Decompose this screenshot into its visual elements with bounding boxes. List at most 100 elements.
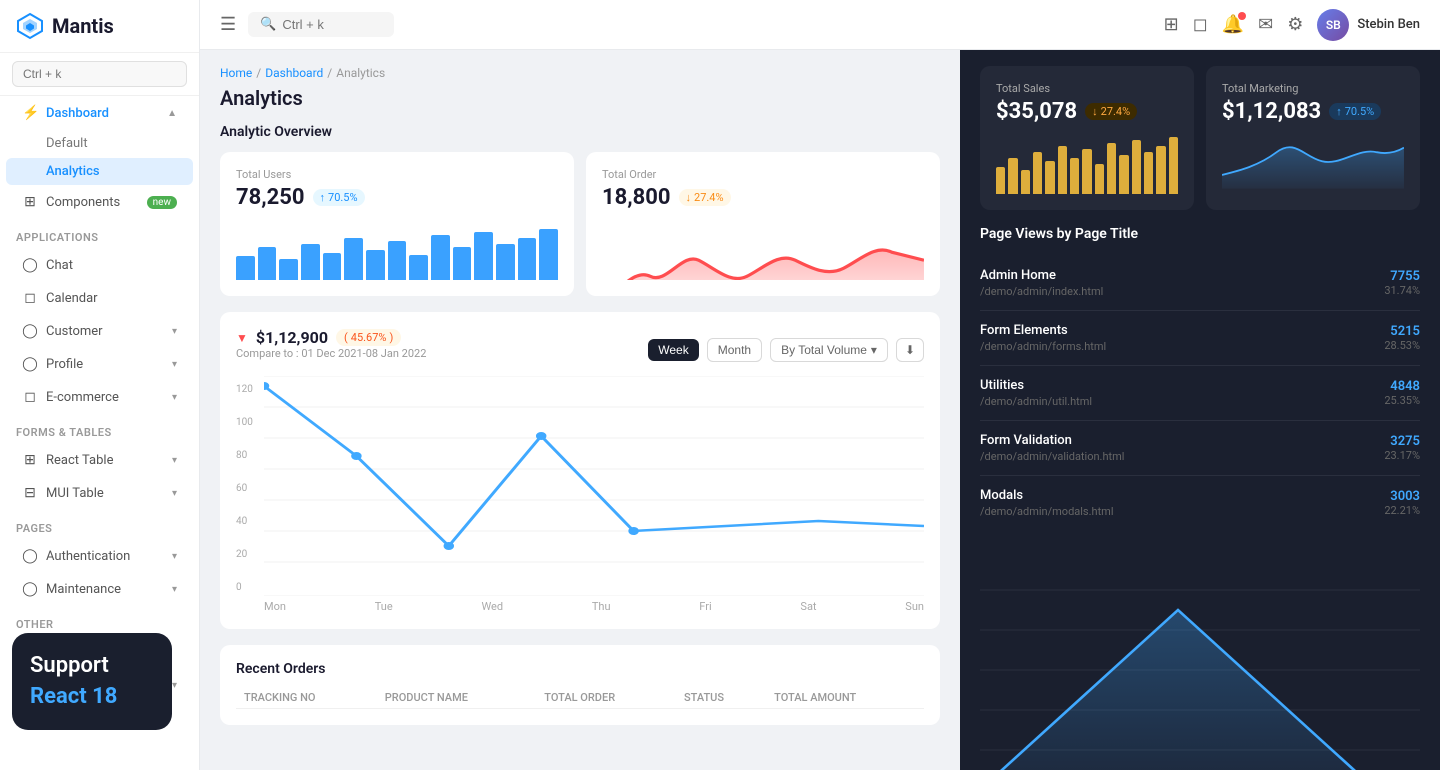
- pages-label: Pages: [0, 510, 199, 539]
- stat-card-total-users: Total Users 78,250 ↑ 70.5%: [220, 152, 574, 296]
- pv-title-3: Form Validation: [980, 433, 1124, 448]
- download-button[interactable]: ⬇: [896, 338, 924, 362]
- page-view-item-0: Admin Home /demo/admin/index.html 7755 3…: [980, 256, 1420, 311]
- week-button[interactable]: Week: [648, 339, 698, 361]
- total-sales-label: Total Sales: [996, 82, 1178, 95]
- income-badge: (45.67%): [336, 329, 401, 346]
- breadcrumb-dashboard[interactable]: Dashboard: [265, 66, 323, 80]
- sidebar-item-calendar[interactable]: ◻ Calendar: [6, 282, 193, 314]
- sidebar-item-customer[interactable]: ◯ Customer ▾: [6, 315, 193, 347]
- month-button[interactable]: Month: [707, 338, 762, 362]
- pv-percent-4: 22.21%: [1384, 504, 1420, 517]
- chevron-ml-icon: ▾: [172, 680, 177, 691]
- settings-icon[interactable]: ⚙: [1287, 14, 1303, 35]
- maintenance-icon: ◯: [22, 581, 38, 597]
- header-search-box[interactable]: 🔍: [248, 12, 394, 37]
- pv-url-4: /demo/admin/modals.html: [980, 505, 1114, 518]
- page-view-item-4: Modals /demo/admin/modals.html 3003 22.2…: [980, 476, 1420, 530]
- total-marketing-value: $1,12,083: [1222, 99, 1321, 124]
- chat-icon: ◯: [22, 257, 38, 273]
- content-area: Home / Dashboard / Analytics Analytics A…: [200, 50, 1440, 770]
- total-sales-value: $35,078: [996, 99, 1077, 124]
- col-tracking: Tracking No: [236, 687, 377, 709]
- chevron-auth-icon: ▾: [172, 551, 177, 562]
- stat-card-total-sales: Total Sales $35,078 ↓ 27.4%: [980, 66, 1194, 210]
- income-chart: [264, 376, 924, 596]
- pv-percent-3: 23.17%: [1384, 449, 1420, 462]
- total-order-badge: ↓ 27.4%: [679, 189, 731, 206]
- sidebar-item-authentication[interactable]: ◯ Authentication ▾: [6, 540, 193, 572]
- total-marketing-label: Total Marketing: [1222, 82, 1404, 95]
- sidebar-auth-label: Authentication: [46, 549, 130, 564]
- sidebar-item-maintenance[interactable]: ◯ Maintenance ▾: [6, 573, 193, 605]
- down-arrow-icon: ↓: [686, 191, 692, 204]
- sidebar-item-react-table[interactable]: ⊞ React Table ▾: [6, 444, 193, 476]
- sidebar-item-mui-table[interactable]: ⊟ MUI Table ▾: [6, 477, 193, 509]
- content-left: Home / Dashboard / Analytics Analytics A…: [200, 50, 960, 770]
- pv-count-2: 4848: [1384, 379, 1420, 394]
- sidebar-item-default[interactable]: Default: [6, 130, 193, 157]
- header-search-input[interactable]: [282, 17, 382, 32]
- sidebar-dashboard-label: Dashboard: [46, 106, 109, 121]
- auth-icon: ◯: [22, 548, 38, 564]
- total-marketing-chart: [1222, 134, 1404, 194]
- sidebar-customer-label: Customer: [46, 324, 103, 339]
- support-popup[interactable]: Support React 18: [12, 633, 172, 730]
- dark-income-chart: Fri Sat Sun: [980, 550, 1420, 770]
- pv-title-1: Form Elements: [980, 323, 1106, 338]
- sidebar-logo: Mantis: [0, 0, 199, 53]
- chevron-ecommerce-icon: ▾: [172, 392, 177, 403]
- sidebar-item-dashboard[interactable]: ⚡ Dashboard ▲: [6, 97, 193, 129]
- x-axis-labels: Mon Tue Wed Thu Fri Sat Sun: [264, 596, 924, 613]
- sidebar-item-components[interactable]: ⊞ Components new: [6, 186, 193, 218]
- forms-tables-label: Forms & Tables: [0, 414, 199, 443]
- app-name: Mantis: [52, 14, 114, 38]
- sidebar-item-profile[interactable]: ◯ Profile ▾: [6, 348, 193, 380]
- header: ☰ 🔍 ⊞ ◻ 🔔 ✉ ⚙ SB Stebin Ben: [200, 0, 1440, 50]
- pv-title-2: Utilities: [980, 378, 1092, 393]
- pv-count-3: 3275: [1384, 434, 1420, 449]
- components-icon: ⊞: [22, 194, 38, 210]
- notification-icon[interactable]: 🔔: [1222, 14, 1244, 35]
- sidebar-calendar-label: Calendar: [46, 291, 98, 306]
- down-sales-icon: ↓: [1092, 105, 1098, 118]
- chevron-customer-icon: ▾: [172, 326, 177, 337]
- total-order-label: Total Order: [602, 168, 924, 181]
- sidebar-search-input[interactable]: [12, 61, 187, 87]
- chevron-up-icon: ▲: [167, 108, 177, 119]
- sidebar-item-ecommerce[interactable]: ◻ E-commerce ▾: [6, 381, 193, 413]
- col-total-order: Total Order: [536, 687, 676, 709]
- volume-select-button[interactable]: By Total Volume ▾: [770, 338, 888, 362]
- total-sales-chart: [996, 134, 1178, 194]
- pv-count-0: 7755: [1384, 269, 1420, 284]
- total-users-badge: ↑ 70.5%: [313, 189, 365, 206]
- page-views-title: Page Views by Page Title: [980, 226, 1420, 242]
- user-name: Stebin Ben: [1357, 17, 1420, 32]
- income-value: $1,12,900: [256, 328, 328, 347]
- pv-url-3: /demo/admin/validation.html: [980, 450, 1124, 463]
- total-marketing-badge: ↑ 70.5%: [1329, 103, 1381, 120]
- menu-toggle-button[interactable]: ☰: [220, 14, 236, 35]
- breadcrumb-current: Analytics: [336, 66, 385, 80]
- apps-icon[interactable]: ⊞: [1164, 14, 1179, 35]
- sidebar-item-analytics[interactable]: Analytics: [6, 158, 193, 185]
- new-badge: new: [147, 196, 177, 209]
- total-order-chart: [602, 220, 924, 280]
- applications-section-label: Applications: [0, 219, 199, 248]
- pv-url-0: /demo/admin/index.html: [980, 285, 1103, 298]
- sidebar-search-container: [0, 53, 199, 96]
- up-marketing-icon: ↑: [1336, 105, 1342, 118]
- user-profile[interactable]: SB Stebin Ben: [1317, 9, 1420, 41]
- breadcrumb: Home / Dashboard / Analytics: [220, 66, 940, 80]
- income-compare: Compare to : 01 Dec 2021-08 Jan 2022: [236, 347, 426, 360]
- sidebar-ecommerce-label: E-commerce: [46, 390, 119, 405]
- camera-icon[interactable]: ◻: [1193, 14, 1208, 35]
- profile-icon: ◯: [22, 356, 38, 372]
- sidebar-chat-label: Chat: [46, 258, 73, 273]
- mail-icon[interactable]: ✉: [1258, 14, 1273, 35]
- breadcrumb-home[interactable]: Home: [220, 66, 252, 80]
- page-view-item-3: Form Validation /demo/admin/validation.h…: [980, 421, 1420, 476]
- sidebar-item-chat[interactable]: ◯ Chat: [6, 249, 193, 281]
- sidebar-profile-label: Profile: [46, 357, 83, 372]
- total-users-value: 78,250: [236, 185, 305, 210]
